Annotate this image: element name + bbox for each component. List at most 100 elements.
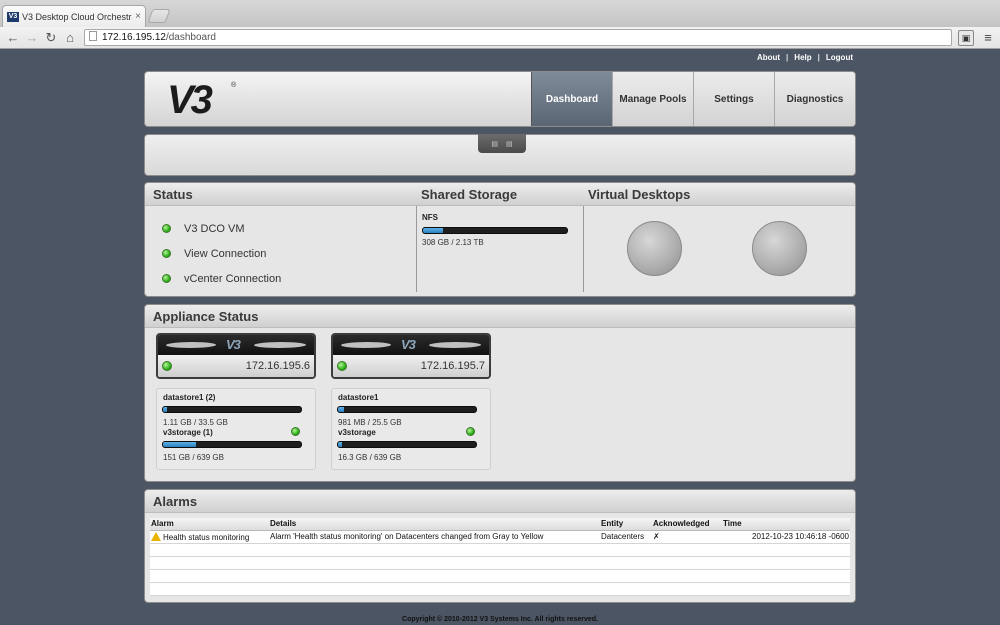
top-links: About | Help | Logout [757, 53, 853, 62]
datastore-usage-text: 981 MB / 25.5 GB [338, 418, 402, 427]
column-header-details[interactable]: Details [269, 518, 600, 531]
datastore-ok-icon [466, 427, 475, 436]
about-link[interactable]: About [757, 53, 780, 62]
datastore-usage-bar [337, 406, 477, 413]
tab-diagnostics[interactable]: Diagnostics [774, 72, 855, 126]
url-path: /dashboard [165, 32, 216, 43]
tab-settings[interactable]: Settings [693, 72, 774, 126]
datastore-usage-fill [163, 442, 197, 447]
status-item: View Connection [162, 241, 281, 266]
datastore-ok-icon [291, 427, 300, 436]
acknowledged-cell[interactable]: ✗ [652, 530, 722, 544]
main-nav: Dashboard Manage Pools Settings Diagnost… [531, 72, 855, 126]
appliance-panel: Appliance Status V3 172.16.195.6 datasto… [144, 304, 856, 482]
entity-cell: Datacenters [600, 530, 652, 544]
v3-mark: V3 [226, 337, 241, 352]
table-row[interactable]: Health status monitoring Alarm 'Health s… [150, 530, 850, 544]
storage-usage-fill [423, 228, 444, 233]
time-cell: 2012-10-23 10:46:18 -0600 [722, 530, 850, 544]
alarm-cell: Health status monitoring [150, 530, 269, 544]
alarms-titlebar [145, 490, 855, 513]
swoosh-graphic [252, 342, 308, 348]
host-card[interactable]: V3 172.16.195.7 [331, 333, 491, 379]
host-ok-icon [162, 361, 172, 371]
page-icon [89, 31, 97, 41]
datastore-usage-fill [163, 407, 168, 412]
back-arrow-icon[interactable]: ← [4, 29, 22, 47]
datastore-usage-text: 1.11 GB / 33.5 GB [163, 418, 228, 427]
browser-tab[interactable]: V3 V3 Desktop Cloud Orchestrator × [2, 5, 146, 27]
table-row [150, 569, 850, 583]
logout-link[interactable]: Logout [826, 53, 853, 62]
virtual-desktop-gauge [627, 221, 682, 276]
datastore-box: datastore1 (2) 1.11 GB / 33.5 GB v3stora… [156, 388, 316, 470]
details-cell: Alarm 'Health status monitoring' on Data… [269, 530, 600, 544]
extension-icon[interactable]: ▣ [958, 30, 974, 46]
tab-dashboard[interactable]: Dashboard [531, 72, 612, 126]
column-header-entity[interactable]: Entity [600, 518, 652, 531]
forward-arrow-icon[interactable]: → [23, 29, 41, 47]
warning-icon [151, 531, 161, 541]
alarms-table: Alarm Details Entity Acknowledged Time H… [150, 518, 850, 596]
status-item-label: View Connection [184, 247, 267, 260]
logo-text: V3 [167, 78, 213, 122]
help-link[interactable]: Help [794, 53, 811, 62]
status-item: V3 DCO VM [162, 216, 281, 241]
column-divider [583, 206, 584, 292]
status-ok-icon [162, 274, 171, 283]
swoosh-graphic [427, 342, 483, 348]
host-card[interactable]: V3 172.16.195.6 [156, 333, 316, 379]
host-card-banner: V3 [158, 335, 314, 355]
separator: | [817, 53, 820, 62]
alarm-name: Health status monitoring [163, 532, 250, 542]
alarms-header-row: Alarm Details Entity Acknowledged Time [150, 518, 850, 531]
close-icon[interactable]: × [135, 11, 141, 22]
menu-icon[interactable]: ≡ [980, 29, 996, 47]
datastore-name: datastore1 [338, 393, 379, 402]
host-card-status: 172.16.195.6 [158, 355, 314, 377]
host-ip: 172.16.195.6 [245, 360, 310, 372]
column-header-time[interactable]: Time [722, 518, 850, 531]
tray-toggle-handle[interactable]: ▤ ▤ [478, 134, 526, 153]
tab-title: V3 Desktop Cloud Orchestrator [22, 11, 132, 22]
alarms-title: Alarms [153, 494, 198, 509]
browser-toolbar: ← → ↻ ⌂ 172.16.195.12/dashboard ▣ ≡ [0, 27, 1000, 49]
status-panel: Status Shared Storage Virtual Desktops V… [144, 182, 856, 297]
status-list: V3 DCO VM View Connection vCenter Connec… [162, 216, 281, 291]
datastore-name: v3storage (1) [163, 428, 213, 437]
storage-usage-text: 308 GB / 2.13 TB [422, 238, 484, 247]
tab-manage-pools[interactable]: Manage Pools [612, 72, 693, 126]
datastore-name: datastore1 (2) [163, 393, 216, 402]
v3-logo: V3 ® [167, 80, 237, 120]
column-header-acknowledged[interactable]: Acknowledged [652, 518, 722, 531]
footer-copyright: Copyright © 2010-2012 V3 Systems Inc. Al… [402, 616, 598, 623]
handle-grip-icon: ▤ [506, 140, 513, 148]
home-icon[interactable]: ⌂ [61, 29, 79, 47]
storage-name: NFS [422, 213, 438, 222]
status-item-label: V3 DCO VM [184, 222, 245, 235]
host-ok-icon [337, 361, 347, 371]
status-item-label: vCenter Connection [184, 272, 282, 285]
host-ip: 172.16.195.7 [420, 360, 485, 372]
datastore-box: datastore1 981 MB / 25.5 GB v3storage 16… [331, 388, 491, 470]
appliance-title: Appliance Status [153, 309, 259, 324]
tray-panel: ▤ ▤ [144, 134, 856, 176]
virtual-desktop-gauge [752, 221, 807, 276]
v3-favicon-icon: V3 [7, 11, 19, 22]
column-header-alarm[interactable]: Alarm [150, 518, 269, 531]
reload-icon[interactable]: ↻ [42, 29, 60, 47]
datastore-usage-bar [337, 441, 477, 448]
separator: | [786, 53, 789, 62]
shared-storage-title: Shared Storage [421, 187, 518, 202]
table-row [150, 543, 850, 557]
header-panel: V3 ® Dashboard Manage Pools Settings Dia… [144, 71, 856, 127]
address-bar[interactable]: 172.16.195.12/dashboard [84, 29, 952, 46]
status-title: Status [153, 187, 193, 202]
datastore-usage-fill [338, 407, 344, 412]
datastore-usage-bar [162, 406, 302, 413]
virtual-desktops-title: Virtual Desktops [588, 187, 691, 202]
swoosh-graphic [339, 342, 393, 348]
datastore-name: v3storage [338, 428, 376, 437]
new-tab-button[interactable] [147, 9, 171, 23]
column-divider [416, 206, 417, 292]
